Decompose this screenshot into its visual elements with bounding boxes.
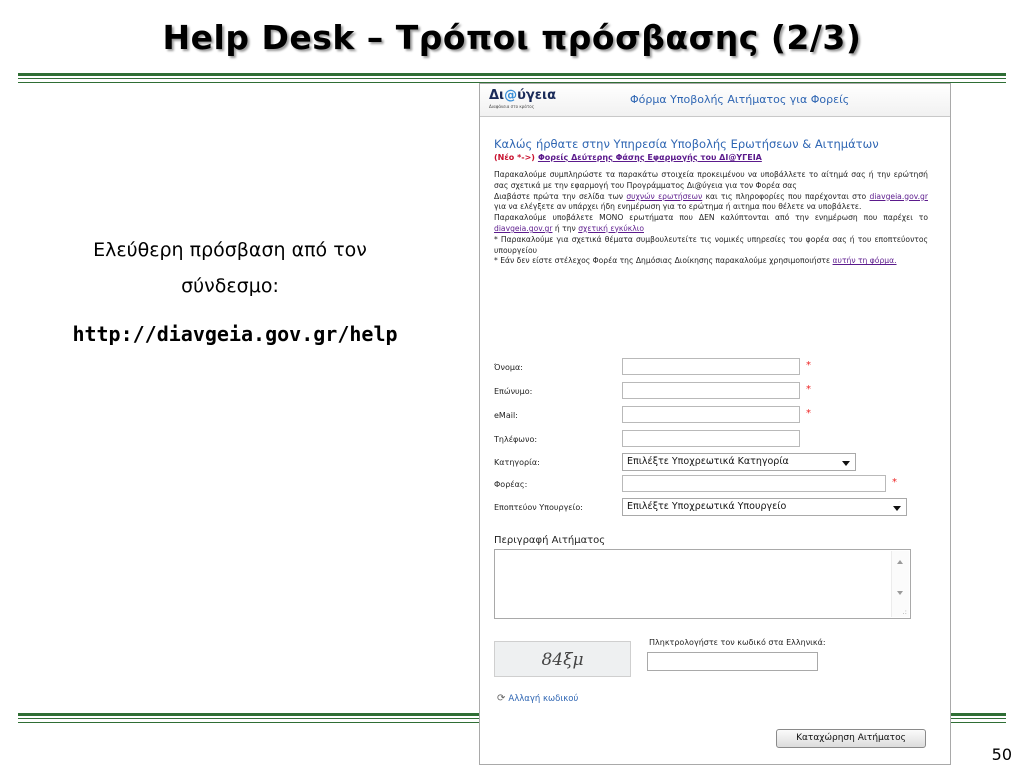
refresh-icon: ⟳ bbox=[497, 693, 506, 704]
second-phase-link[interactable]: Φορείς Δεύτερης Φάσης Εφαρμογής του ΔΙ@Υ… bbox=[538, 153, 762, 162]
slide-title: Help Desk – Τρόποι πρόσβασης (2/3) bbox=[162, 18, 862, 57]
access-line-2: σύνδεσμο: bbox=[181, 275, 279, 297]
required-mark: * bbox=[892, 477, 897, 488]
email-field[interactable] bbox=[622, 406, 800, 423]
alt-form-link[interactable]: αυτήν τη φόρμα. bbox=[833, 256, 897, 265]
access-line-1: Ελεύθερη πρόσβαση από τον bbox=[93, 239, 367, 261]
scroll-down-icon[interactable] bbox=[897, 591, 903, 595]
phone-field[interactable] bbox=[622, 430, 800, 447]
chevron-down-icon bbox=[893, 506, 901, 511]
form-screenshot: Δι@ύγεια Διαφάνεια στο κράτος Φόρμα Υποβ… bbox=[479, 83, 951, 765]
required-mark: * bbox=[806, 360, 811, 371]
first-name-field[interactable] bbox=[622, 358, 800, 375]
change-code-link[interactable]: ⟳ Αλλαγή κωδικού bbox=[497, 693, 578, 704]
submit-button[interactable]: Καταχώρηση Αιτήματος bbox=[776, 729, 926, 748]
last-name-field[interactable] bbox=[622, 382, 800, 399]
page-number: 50 bbox=[991, 745, 1012, 764]
required-mark: * bbox=[806, 408, 811, 419]
help-link[interactable]: http://diavgeia.gov.gr/help bbox=[40, 322, 430, 346]
ministry-label: Εποπτεύον Υπουργείο: bbox=[494, 503, 583, 512]
top-divider bbox=[18, 73, 1006, 83]
ministry-select[interactable]: Επιλέξτε Υποχρεωτικά Υπουργείο bbox=[622, 498, 907, 516]
description-textarea[interactable]: .: bbox=[494, 549, 911, 619]
phone-label: Τηλέφωνο: bbox=[494, 435, 538, 444]
captcha-input[interactable] bbox=[647, 652, 818, 671]
circular-link[interactable]: σχετική εγκύκλιο bbox=[578, 224, 644, 233]
category-select[interactable]: Επιλέξτε Υποχρεωτικά Κατηγορία bbox=[622, 453, 856, 471]
captcha-image: 84ξμ bbox=[494, 641, 631, 677]
email-label: eMail: bbox=[494, 411, 518, 420]
organization-field[interactable] bbox=[622, 475, 886, 492]
diavgeia-link[interactable]: diavgeia.gov.gr bbox=[870, 192, 928, 201]
resize-grip-icon[interactable]: .: bbox=[902, 608, 907, 616]
required-mark: * bbox=[806, 384, 811, 395]
last-name-label: Επώνυμο: bbox=[494, 387, 533, 396]
diavgeia-logo[interactable]: Δι@ύγεια Διαφάνεια στο κράτος bbox=[489, 88, 556, 109]
description-label: Περιγραφή Αιτήματος bbox=[494, 535, 606, 546]
diavgeia-link-2[interactable]: diavgeia.gov.gr bbox=[494, 224, 552, 233]
scroll-up-icon[interactable] bbox=[897, 560, 903, 564]
welcome-heading: Καλώς ήρθατε στην Υπηρεσία Υποβολής Ερωτ… bbox=[494, 137, 879, 151]
faq-link[interactable]: συχνών ερωτήσεων bbox=[626, 192, 702, 201]
category-label: Κατηγορία: bbox=[494, 458, 540, 467]
first-name-label: Όνομα: bbox=[494, 363, 523, 372]
organization-label: Φορέας: bbox=[494, 480, 528, 489]
intro-text: Παρακαλούμε συμπληρώστε τα παρακάτω στοι… bbox=[494, 170, 928, 266]
form-header: Δι@ύγεια Διαφάνεια στο κράτος Φόρμα Υποβ… bbox=[480, 84, 950, 117]
new-notice: (Νέο *->) Φορείς Δεύτερης Φάσης Εφαρμογής… bbox=[494, 153, 762, 162]
form-header-title: Φόρμα Υποβολής Αιτήματος για Φορείς bbox=[630, 93, 850, 106]
chevron-down-icon bbox=[842, 461, 850, 466]
captcha-label: Πληκτρολογήστε τον κωδικό στα Ελληνικά: bbox=[649, 638, 826, 647]
access-description: Ελεύθερη πρόσβαση από τον σύνδεσμο: bbox=[40, 232, 420, 304]
